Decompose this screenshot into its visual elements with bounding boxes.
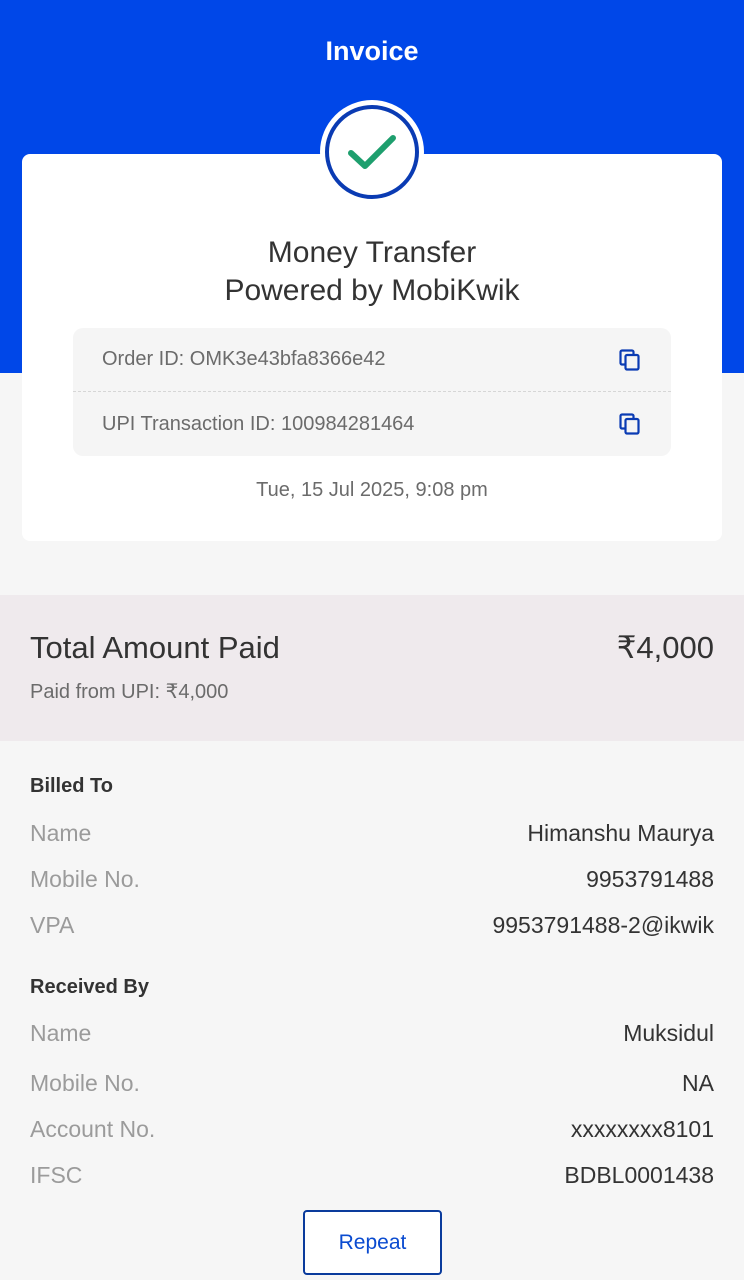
transfer-title: Money Transfer Powered by MobiKwik: [22, 234, 722, 310]
received-ifsc-value: BDBL0001438: [564, 1162, 714, 1188]
received-mobile-label: Mobile No.: [30, 1070, 140, 1096]
received-name-value: Muksidul: [623, 1020, 714, 1046]
copy-icon[interactable]: [617, 347, 643, 373]
transfer-title-line1: Money Transfer: [267, 236, 477, 269]
billed-vpa-label: VPA: [30, 912, 75, 938]
check-icon: [348, 135, 396, 169]
billed-name-label: Name: [30, 820, 92, 846]
transaction-datetime: Tue, 15 Jul 2025, 9:08 pm: [256, 479, 488, 501]
billed-name-value: Himanshu Maurya: [527, 820, 714, 846]
page-title: Invoice: [325, 36, 419, 66]
received-account-label: Account No.: [30, 1116, 156, 1142]
order-id-row: Order ID: OMK3e43bfa8366e42: [73, 328, 671, 392]
total-amount-label: Total Amount Paid: [30, 630, 280, 665]
transaction-ids-box: Order ID: OMK3e43bfa8366e42 UPI Transact…: [73, 328, 671, 456]
received-name-label: Name: [30, 1020, 92, 1046]
billed-mobile-label: Mobile No.: [30, 866, 140, 892]
order-id-text: Order ID: OMK3e43bfa8366e42: [102, 348, 386, 370]
billed-to-title: Billed To: [30, 775, 113, 797]
billed-mobile-value: 9953791488: [586, 866, 714, 892]
copy-icon[interactable]: [617, 411, 643, 437]
total-amount-band: [0, 595, 744, 741]
repeat-button[interactable]: Repeat: [303, 1210, 442, 1275]
billed-vpa-value: 9953791488-2@ikwik: [492, 912, 714, 938]
total-amount-value: ₹4,000: [616, 630, 714, 665]
upi-txn-id-row: UPI Transaction ID: 100984281464: [73, 392, 671, 456]
success-circle: [325, 105, 419, 199]
received-by-title: Received By: [30, 976, 149, 998]
paid-from-text: Paid from UPI: ₹4,000: [30, 681, 229, 703]
success-badge: [320, 100, 424, 204]
received-ifsc-label: IFSC: [30, 1162, 83, 1188]
received-account-value: xxxxxxxx8101: [570, 1116, 714, 1142]
received-mobile-value: NA: [682, 1070, 714, 1096]
upi-txn-id-text: UPI Transaction ID: 100984281464: [102, 412, 415, 435]
transfer-title-line2: Powered by MobiKwik: [224, 274, 520, 307]
